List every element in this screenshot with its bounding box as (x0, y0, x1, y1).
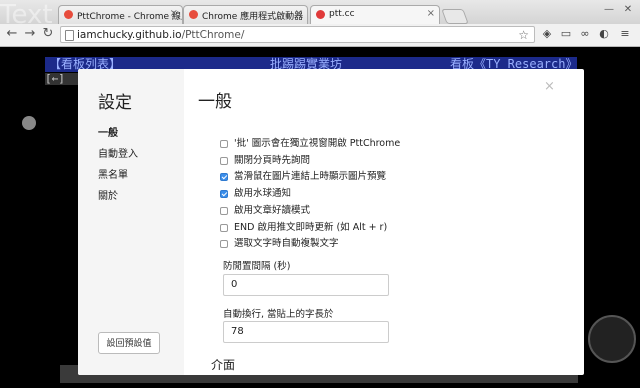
ptt-favicon-icon (316, 10, 325, 19)
extension-icon[interactable]: ◈ (540, 27, 554, 41)
bookmark-star-icon[interactable]: ☆ (518, 27, 529, 44)
settings-dialog: 設定 一般 自動登入 黑名單 關於 設回預設值 一般 × '批' 圖示會在獨立視… (78, 69, 584, 375)
chrome-store-icon (189, 10, 198, 19)
url-path: /PttChrome/ (181, 29, 245, 41)
checkbox[interactable] (220, 207, 228, 215)
sidebar-item-general[interactable]: 一般 (98, 124, 118, 139)
watermark: Text (0, 0, 53, 30)
option-label: END 啟用推文即時更新 (如 Alt + r) (234, 222, 388, 233)
sidebar-item-about[interactable]: 關於 (98, 187, 118, 202)
settings-title: 設定 (98, 93, 132, 113)
sidebar-item-autologin[interactable]: 自動登入 (98, 145, 138, 160)
close-icon[interactable]: × (170, 8, 178, 19)
tab-strip: PttChrome - Chrome 線上應用程式 × Chrome 應用程式啟… (0, 0, 640, 24)
tab-ptt[interactable]: ptt.cc × (310, 5, 440, 24)
wrap-label: 自動換行, 當貼上的字長於 (223, 309, 334, 320)
page-icon (65, 30, 74, 41)
antiidle-label: 防閒置間隔 (秒) (223, 261, 291, 272)
section-title-interface: 介面 (211, 358, 236, 372)
option-label: 關閉分頁時先詢問 (234, 155, 311, 166)
url-host: iamchucky.github.io (77, 29, 182, 41)
close-icon[interactable]: × (427, 8, 435, 19)
close-icon[interactable]: × (295, 8, 303, 19)
close-window-icon[interactable]: ✕ (617, 4, 639, 18)
address-bar[interactable]: iamchucky.github.io/PttChrome/ ☆ (60, 26, 535, 43)
tab-pttchrome-store[interactable]: PttChrome - Chrome 線上應用程式 × (58, 5, 183, 24)
antiidle-input[interactable]: 0 (223, 274, 389, 296)
option-label: 當滑鼠在圖片連結上時顯示圖片預覽 (234, 171, 387, 182)
tab-title: PttChrome - Chrome 線上應用程式 (77, 12, 182, 22)
site-logo-badge (588, 315, 636, 363)
sidebar-item-blacklist[interactable]: 黑名單 (98, 166, 128, 181)
new-tab-button[interactable] (441, 9, 469, 24)
checkbox-checked[interactable] (220, 173, 228, 181)
extension-icon[interactable]: ◐ (597, 27, 611, 41)
close-icon[interactable]: × (544, 79, 555, 94)
checkbox[interactable] (220, 224, 228, 232)
tab-app-launcher[interactable]: Chrome 應用程式啟動器 × (183, 5, 308, 24)
section-title: 一般 (198, 92, 232, 112)
reset-defaults-button[interactable]: 設回預設值 (98, 332, 160, 354)
browser-chrome: PttChrome - Chrome 線上應用程式 × Chrome 應用程式啟… (0, 0, 640, 47)
settings-sidebar: 設定 一般 自動登入 黑名單 關於 設回預設值 (78, 69, 184, 375)
checkbox[interactable] (220, 157, 228, 165)
tab-title: ptt.cc (329, 9, 355, 19)
tab-title: Chrome 應用程式啟動器 (202, 12, 304, 22)
wrap-length-input[interactable]: 78 (223, 321, 389, 343)
checkbox[interactable] (220, 240, 228, 248)
overlay-dot (22, 116, 36, 130)
checkbox[interactable] (220, 140, 228, 148)
extension-glasses-icon[interactable]: ∞ (578, 27, 592, 41)
chrome-store-icon (64, 10, 73, 19)
option-label: '批' 圖示會在獨立視窗開啟 PttChrome (234, 138, 401, 149)
checkbox-checked[interactable] (220, 190, 228, 198)
option-label: 啟用文章好讀模式 (234, 205, 311, 216)
option-label: 啟用水球通知 (234, 188, 292, 199)
option-label: 選取文字時自動複製文字 (234, 238, 339, 249)
cast-icon[interactable]: ▭ (559, 27, 573, 41)
toolbar: ← → ↻ iamchucky.github.io/PttChrome/ ☆ ◈… (0, 24, 640, 46)
menu-icon[interactable]: ≡ (618, 27, 632, 41)
